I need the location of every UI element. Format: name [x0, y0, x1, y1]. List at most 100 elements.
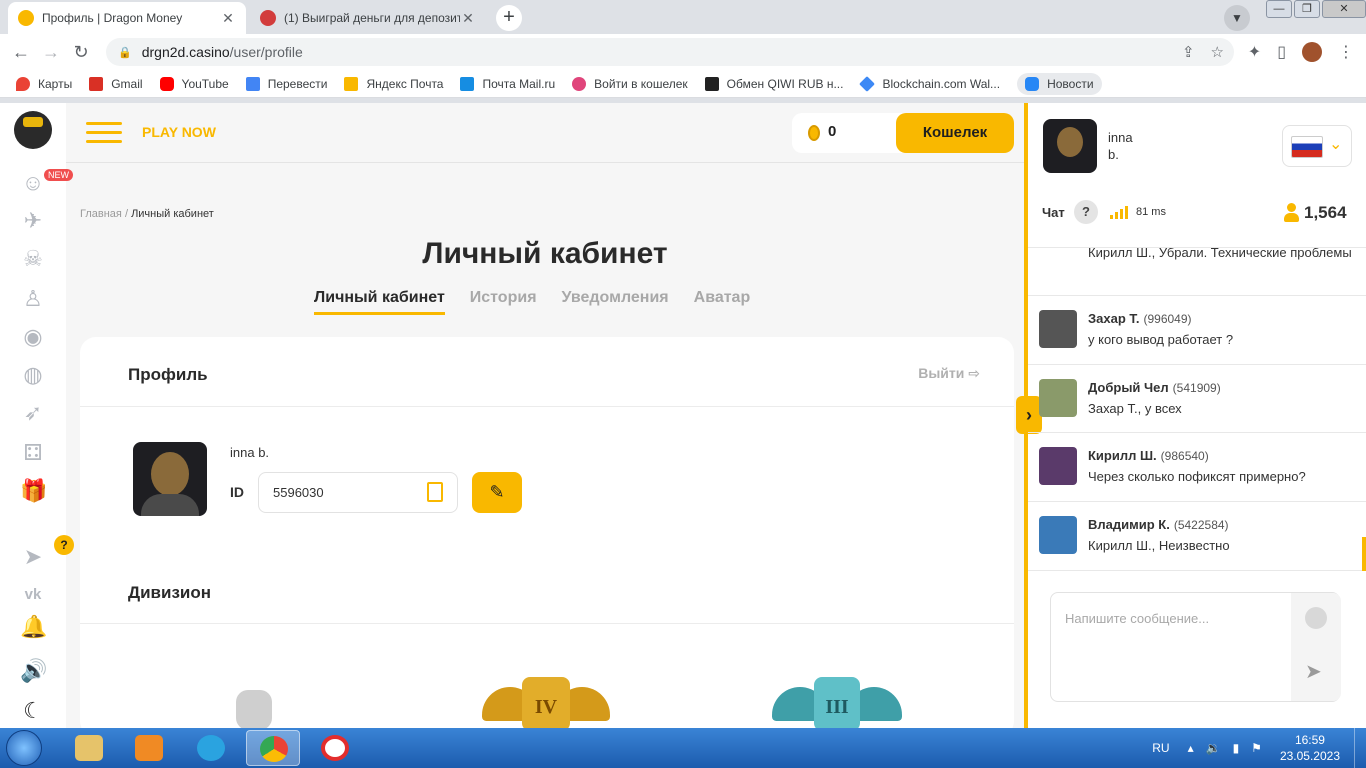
url-host: drgn2d.casino	[141, 44, 230, 60]
side-panel-icon[interactable]: ▯	[1277, 42, 1286, 62]
tab-history[interactable]: История	[470, 289, 537, 315]
close-tab-icon[interactable]: ✕	[460, 10, 476, 27]
chat-help-button[interactable]: ?	[1074, 200, 1098, 224]
reload-button[interactable]: ↻	[66, 42, 96, 63]
new-tab-button[interactable]: +	[496, 5, 522, 31]
bookmark-mailru[interactable]: Почта Mail.ru	[460, 76, 556, 91]
profile-card: Профиль Выйти ⇨ inna b. ID 5596030 ✎ Див…	[80, 337, 1014, 728]
close-tab-icon[interactable]: ✕	[220, 10, 236, 27]
vk-icon[interactable]: vk	[20, 583, 46, 607]
volume-icon[interactable]: 🔉	[1206, 741, 1221, 755]
tab-dragon-money[interactable]: Профиль | Dragon Money ✕	[8, 2, 246, 34]
share-icon[interactable]: ⇪	[1182, 43, 1195, 61]
toolbar-right: ✦ ▯ ⋮	[1248, 42, 1354, 62]
bookmark-label: Обмен QIWI RUB н...	[726, 76, 844, 91]
bookmark-wallet[interactable]: Войти в кошелек	[572, 76, 688, 91]
message-avatar[interactable]	[1039, 310, 1077, 348]
edit-pencil-button[interactable]: ✎	[472, 472, 522, 513]
back-button[interactable]: ←	[6, 42, 36, 63]
minimize-button[interactable]: —	[1266, 0, 1292, 18]
chat-message: Захар Т. (996049) у кого вывод работает ?	[1028, 296, 1366, 365]
telegram-icon[interactable]: ➤	[20, 545, 46, 569]
chat-scrollbar[interactable]	[1362, 537, 1366, 571]
language-indicator[interactable]: RU	[1152, 741, 1169, 755]
bookmark-blockchain[interactable]: Blockchain.com Wal...	[859, 75, 1000, 92]
moon-icon[interactable]: ☾	[20, 699, 46, 723]
bookmark-label: Перевести	[267, 76, 328, 91]
message-avatar[interactable]	[1039, 447, 1077, 485]
user-id-field[interactable]: 5596030	[258, 472, 458, 513]
start-button[interactable]	[6, 730, 42, 766]
message-avatar[interactable]	[1039, 379, 1077, 417]
show-desktop-button[interactable]	[1354, 728, 1366, 768]
window-close-button[interactable]: ✕	[1322, 0, 1366, 18]
chat-input-placeholder: Напишите сообщение...	[1065, 611, 1210, 626]
taskbar-telegram[interactable]	[184, 730, 238, 766]
bookmark-qiwi-exchange[interactable]: Обмен QIWI RUB н...	[704, 76, 844, 91]
tab-avatar[interactable]: Аватар	[694, 289, 751, 315]
bookmark-yandex-mail[interactable]: Яндекс Почта	[344, 76, 443, 91]
smile-icon[interactable]: ☺	[20, 171, 46, 195]
copy-icon[interactable]	[427, 482, 443, 502]
profile-avatar[interactable]	[1302, 42, 1322, 62]
send-icon[interactable]: ➤	[1305, 659, 1322, 684]
rocket-icon[interactable]: ➶	[20, 401, 46, 425]
tab-search-button[interactable]: ▼	[1224, 5, 1250, 31]
tab-title: Профиль | Dragon Money	[42, 11, 183, 25]
language-selector[interactable]: ⌄	[1282, 125, 1352, 167]
tab-personal-cabinet[interactable]: Личный кабинет	[314, 289, 445, 315]
bookmark-label: YouTube	[181, 76, 229, 91]
help-badge[interactable]: ?	[54, 535, 74, 555]
bookmark-maps[interactable]: Карты	[16, 76, 72, 91]
skull-icon[interactable]: ☠	[20, 247, 46, 271]
message-uid: (5422584)	[1173, 518, 1229, 532]
address-bar[interactable]: 🔒 drgn2d.casino/user/profile ⇪ ☆	[106, 38, 1234, 66]
bell-icon[interactable]: 🔔	[20, 615, 47, 639]
menu-icon[interactable]: ⋮	[1338, 42, 1354, 62]
dice-icon[interactable]: ⚃	[20, 441, 46, 465]
tray-arrow-icon[interactable]: ▴	[1188, 741, 1194, 755]
dragon-money-logo[interactable]	[14, 111, 52, 149]
bookmark-youtube[interactable]: YouTube	[159, 76, 229, 91]
maps-pin-icon	[16, 76, 30, 91]
network-icon[interactable]: ▮	[1233, 741, 1240, 755]
dragon-money-favicon	[18, 10, 34, 26]
wallet-button[interactable]: Кошелек	[896, 113, 1014, 153]
bookmark-news[interactable]: Новости	[1017, 72, 1102, 95]
bookmark-translate[interactable]: Перевести	[245, 76, 328, 91]
maximize-button[interactable]: ❐	[1294, 0, 1320, 18]
extensions-icon[interactable]: ✦	[1248, 42, 1261, 62]
message-avatar[interactable]	[1039, 516, 1077, 554]
tab-youtube-video[interactable]: (1) Выиграй деньги для депозит ✕	[250, 2, 486, 34]
chat-panel: › inna b. ⌄ Чат ? 81 ms 1,564 Кирилл Ш.,…	[1016, 103, 1366, 728]
sound-icon[interactable]: 🔊	[20, 659, 47, 683]
forward-button[interactable]: →	[36, 42, 66, 63]
bookmark-gmail[interactable]: Gmail	[89, 76, 143, 91]
id-label: ID	[230, 484, 244, 500]
breadcrumb-home[interactable]: Главная	[80, 208, 122, 220]
taskbar-yandex-browser[interactable]	[308, 730, 362, 766]
message-text: у кого вывод работает ?	[1088, 332, 1234, 347]
taskbar-chrome[interactable]	[246, 730, 300, 766]
jackpot-icon[interactable]: ◉	[20, 325, 46, 349]
menu-burger-icon[interactable]	[86, 122, 122, 144]
chat-user-avatar[interactable]	[1043, 119, 1097, 173]
tab-notifications[interactable]: Уведомления	[562, 289, 669, 315]
bookmark-label: Почта Mail.ru	[482, 76, 556, 91]
play-now-link[interactable]: PLAY NOW	[142, 124, 216, 140]
division-heading: Дивизион	[128, 583, 212, 602]
person-icon[interactable]: ♙	[20, 287, 46, 311]
clock[interactable]: 16:59 23.05.2023	[1280, 732, 1340, 764]
taskbar-media-player[interactable]	[122, 730, 176, 766]
bookmark-star-icon[interactable]: ☆	[1211, 43, 1224, 61]
logout-button[interactable]: Выйти ⇨	[918, 365, 980, 382]
gift-icon[interactable]: 🎁	[20, 479, 47, 503]
taskbar-explorer[interactable]	[62, 730, 116, 766]
flag-notification-icon[interactable]: ⚑	[1251, 741, 1262, 755]
message-uid: (996049)	[1143, 312, 1192, 326]
roulette-icon[interactable]: ◍	[20, 363, 46, 387]
emoji-icon[interactable]	[1305, 607, 1327, 629]
chat-input[interactable]: Напишите сообщение... ➤	[1050, 592, 1341, 702]
message-text: Через сколько пофиксят примерно?	[1088, 469, 1306, 484]
ticket-icon[interactable]: ✈	[20, 209, 46, 233]
